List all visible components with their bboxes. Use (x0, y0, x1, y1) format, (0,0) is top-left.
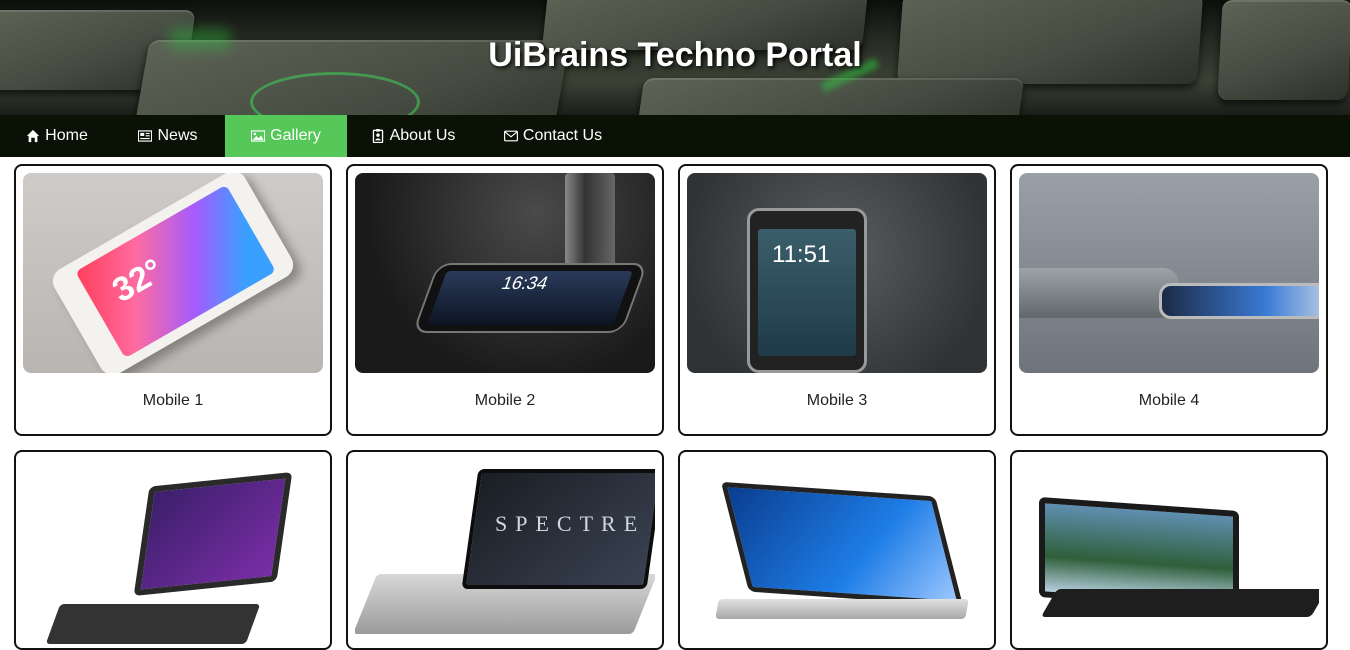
laptop-illustration (720, 481, 964, 607)
phone-illustration (565, 173, 615, 268)
nav-contact-us-label: Contact Us (522, 127, 603, 144)
gallery-card[interactable]: 16:34 Mobile 2 (346, 164, 664, 436)
gallery-card[interactable]: 32° Mobile 1 (14, 164, 332, 436)
nav-home-label: Home (45, 127, 88, 144)
gallery-card[interactable] (1010, 450, 1328, 650)
phone-illustration (1019, 268, 1179, 318)
gallery-image[interactable]: 16:34 (355, 173, 655, 373)
site-title: UiBrains Techno Portal (488, 36, 862, 74)
gallery-image[interactable] (687, 459, 987, 648)
gallery-caption: Mobile 1 (142, 392, 204, 409)
nav-home[interactable]: Home (14, 115, 100, 157)
nav-contact-us[interactable]: Contact Us (490, 115, 616, 157)
phone-illustration (1159, 283, 1319, 319)
laptop-illustration (45, 604, 261, 644)
nav-news[interactable]: News (124, 115, 212, 157)
phone-illustration: 11:51 (747, 208, 867, 373)
main-nav: Home News Gallery About Us Contact Us (0, 115, 1350, 157)
laptop-illustration (133, 471, 293, 597)
gallery-caption: Mobile 2 (474, 392, 536, 409)
phone-illustration: 32° (47, 173, 299, 373)
gallery-card[interactable]: 11:51 Mobile 3 (678, 164, 996, 436)
laptop-illustration (1040, 589, 1319, 617)
gallery-caption: Mobile 3 (806, 392, 868, 409)
gallery-card[interactable] (678, 450, 996, 650)
gallery-caption: Mobile 4 (1138, 392, 1200, 409)
phone-time: 16:34 (498, 273, 552, 293)
gallery-card[interactable]: SPECTRE (346, 450, 664, 650)
gallery-image[interactable]: 32° (23, 173, 323, 373)
gallery-image[interactable]: 11:51 (687, 173, 987, 373)
home-icon (27, 129, 40, 143)
image-icon (251, 130, 266, 142)
nav-gallery[interactable]: Gallery (225, 115, 347, 157)
nav-news-label: News (157, 127, 198, 144)
phone-time: 11:51 (772, 241, 831, 268)
newspaper-icon (138, 130, 153, 142)
id-badge-icon (372, 129, 383, 143)
phone-illustration: 16:34 (412, 263, 648, 333)
header-banner: UiBrains Techno Portal (0, 0, 1350, 115)
gallery-card[interactable] (14, 450, 332, 650)
gallery-image[interactable]: SPECTRE (355, 459, 655, 648)
nav-about-us-label: About Us (389, 127, 456, 144)
envelope-icon (503, 130, 518, 142)
nav-about-us[interactable]: About Us (360, 115, 466, 157)
laptop-illustration (715, 599, 969, 619)
laptop-screen-text: SPECTRE (495, 511, 646, 536)
nav-gallery-label: Gallery (270, 127, 321, 144)
gallery-image[interactable] (23, 459, 323, 648)
gallery-image[interactable] (1019, 459, 1319, 648)
gallery-image[interactable] (1019, 173, 1319, 373)
gallery-card[interactable]: Mobile 4 (1010, 164, 1328, 436)
